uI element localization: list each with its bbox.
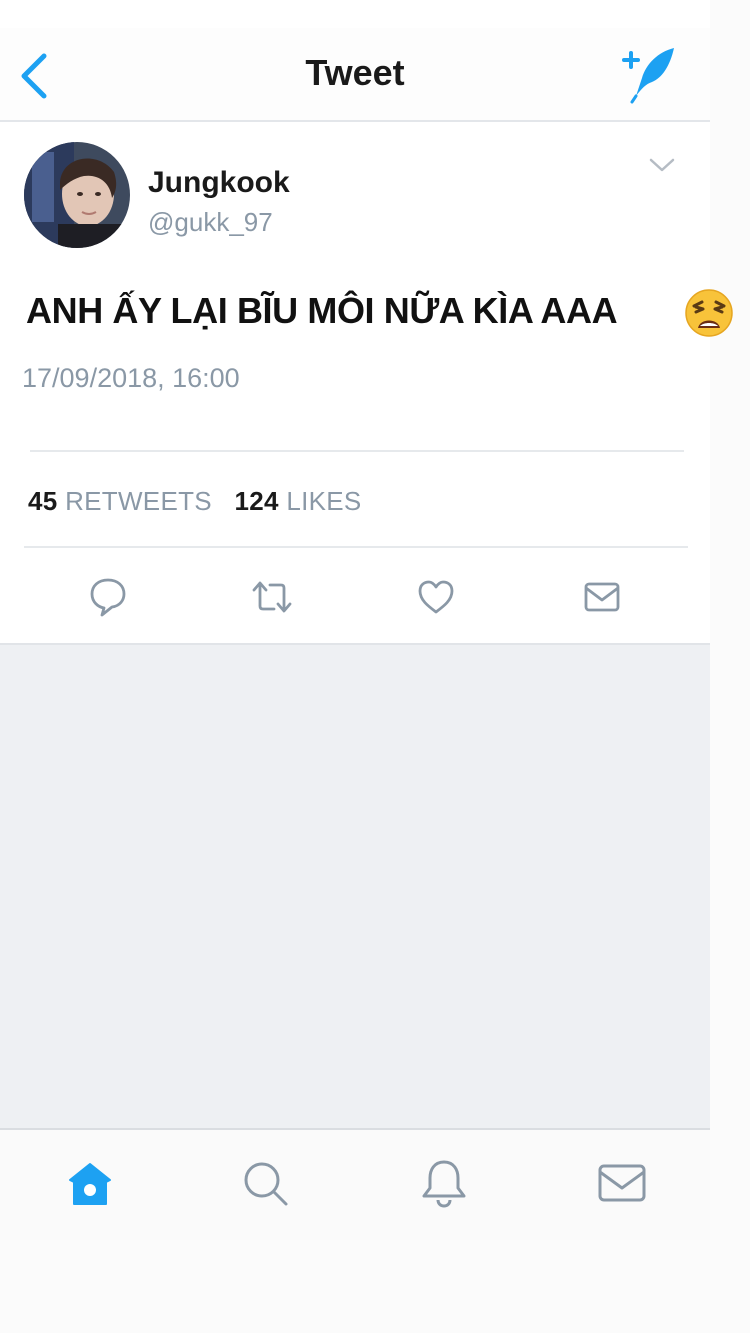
tab-notifications[interactable] xyxy=(418,1158,470,1210)
tweet-timestamp: 17/09/2018, 16:00 xyxy=(22,363,240,393)
tweet-stats: 45 RETWEETS 124 LIKES xyxy=(28,486,362,517)
likes-count[interactable]: 124 xyxy=(235,486,279,516)
avatar-photo xyxy=(24,142,130,248)
user-handle[interactable]: @gukk_97 xyxy=(148,207,273,238)
tab-home[interactable] xyxy=(64,1158,116,1210)
tab-bar xyxy=(0,1128,710,1240)
compose-feather-icon xyxy=(622,48,674,104)
display-name[interactable]: Jungkook xyxy=(148,166,290,200)
retweets-label[interactable]: RETWEETS xyxy=(65,486,212,516)
divider xyxy=(24,546,688,548)
heart-icon xyxy=(418,580,454,614)
navigation-bar: Tweet xyxy=(0,28,710,122)
page-title: Tweet xyxy=(305,52,405,93)
more-options-button[interactable] xyxy=(645,150,679,180)
reply-bubble-icon xyxy=(90,578,126,617)
avatar[interactable] xyxy=(24,142,130,248)
tweet-text: ANH ẤY LẠI BĨU MÔI NỮA KÌA AAA xyxy=(26,290,618,331)
replies-area xyxy=(0,643,710,1128)
search-icon xyxy=(244,1162,288,1206)
retweet-icon xyxy=(252,581,292,613)
tab-search[interactable] xyxy=(240,1158,292,1210)
weary-face-emoji xyxy=(684,288,734,338)
reply-button[interactable] xyxy=(88,576,128,618)
bell-icon xyxy=(422,1160,466,1208)
tweet-screen: Tweet Jungkook @gukk_97 ANH ẤY LẠI BĨU M… xyxy=(0,0,710,1240)
compose-tweet-button[interactable] xyxy=(618,42,680,104)
likes-label[interactable]: LIKES xyxy=(286,486,361,516)
envelope-icon xyxy=(584,582,620,612)
direct-message-button[interactable] xyxy=(582,576,622,618)
home-icon xyxy=(69,1163,111,1205)
divider xyxy=(30,450,684,452)
like-button[interactable] xyxy=(416,576,456,618)
chevron-down-icon xyxy=(649,158,675,172)
tab-messages[interactable] xyxy=(596,1158,648,1210)
retweets-count[interactable]: 45 xyxy=(28,486,58,516)
envelope-icon xyxy=(598,1164,646,1202)
retweet-button[interactable] xyxy=(250,576,292,618)
